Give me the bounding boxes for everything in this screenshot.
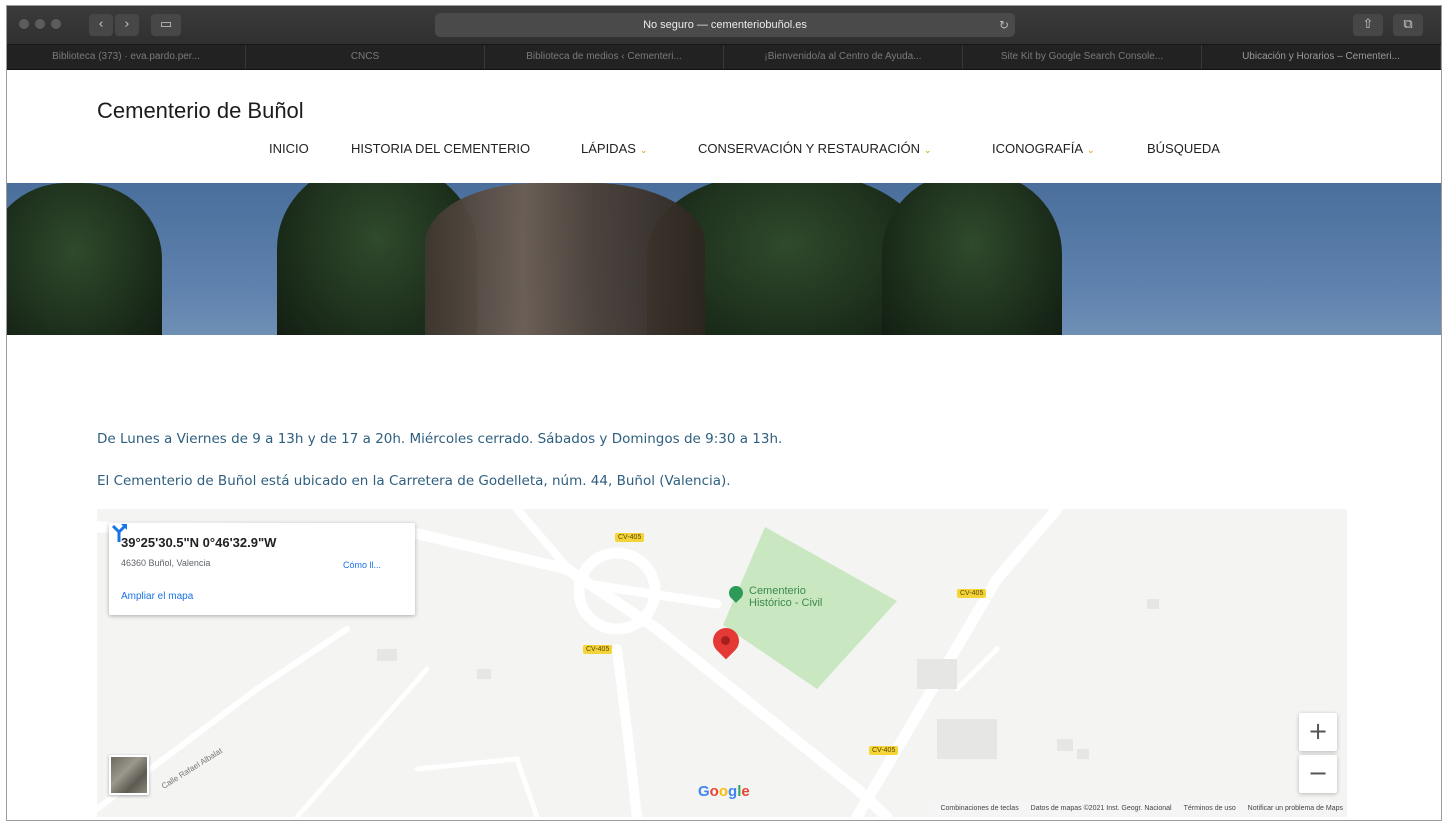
menu-item-conservacion[interactable]: CONSERVACIÓN Y RESTAURACIÓN ⌄ (698, 141, 932, 156)
zoom-in-button[interactable]: + (1299, 713, 1337, 751)
hero-tree (882, 183, 1062, 335)
browser-window: ‹ › ▭ No seguro — cementeriobuñol.es ↻ ⇧… (6, 5, 1442, 821)
location-text: El Cementerio de Buñol está ubicado en l… (97, 473, 731, 489)
share-icon[interactable]: ⇧ (1353, 14, 1383, 36)
close-window-button[interactable] (19, 19, 29, 29)
reload-icon[interactable]: ↻ (999, 13, 1009, 37)
google-logo-letter: G (698, 783, 710, 800)
directions-icon[interactable] (109, 523, 129, 543)
map-info-card: 39°25'30.5"N 0°46'32.9"W 46360 Buñol, Va… (109, 523, 415, 615)
chevron-down-icon: ⌄ (639, 145, 648, 155)
site-header: Cementerio de Buñol INICIO HISTORIA DEL … (7, 70, 1441, 183)
menu-item-label: BÚSQUEDA (1147, 141, 1220, 156)
satellite-view-toggle[interactable] (109, 755, 149, 795)
enlarge-map-link[interactable]: Ampliar el mapa (121, 591, 193, 602)
terms-link[interactable]: Términos de uso (1184, 805, 1236, 812)
menu-item-label: LÁPIDAS (581, 141, 636, 156)
map-attribution: Combinaciones de teclas Datos de mapas ©… (930, 802, 1343, 815)
map-data-credit: Datos de mapas ©2021 Inst. Geogr. Nacion… (1030, 805, 1172, 812)
google-logo: Google (698, 783, 750, 800)
map-address: 46360 Buñol, Valencia (121, 558, 211, 568)
tabs-overview-icon[interactable]: ⧉ (1393, 14, 1423, 36)
minimize-window-button[interactable] (35, 19, 45, 29)
road-label: CV-405 (583, 645, 613, 654)
sidebar-icon[interactable]: ▭ (151, 14, 181, 36)
road-label: CV-405 (869, 746, 899, 755)
tab-bar: Biblioteca (373) · eva.pardo.per... CNCS… (7, 44, 1441, 70)
google-logo-letter: e (741, 783, 750, 800)
tab-biblioteca-medios[interactable]: Biblioteca de medios ‹ Cementeri... (485, 45, 724, 69)
menu-item-historia[interactable]: HISTORIA DEL CEMENTERIO (351, 141, 530, 156)
zoom-out-button[interactable]: − (1299, 755, 1337, 793)
report-problem-link[interactable]: Notificar un problema de Maps (1248, 805, 1343, 812)
menu-item-label: INICIO (269, 141, 309, 156)
google-logo-letter: g (728, 783, 738, 800)
place-label-line: Histórico - Civil (749, 597, 823, 609)
road-label: CV-405 (615, 533, 645, 542)
coordinates: 39°25'30.5"N 0°46'32.9"W (121, 535, 277, 550)
menu-item-label: CONSERVACIÓN Y RESTAURACIÓN (698, 141, 921, 156)
tab-biblioteca[interactable]: Biblioteca (373) · eva.pardo.per... (7, 45, 246, 69)
hero-tree (7, 183, 162, 335)
chevron-down-icon: ⌄ (1087, 145, 1095, 155)
maximize-window-button[interactable] (51, 19, 61, 29)
menu-item-label: ICONOGRAFÍA (992, 141, 1084, 156)
place-label[interactable]: Cementerio Histórico - Civil (749, 585, 822, 609)
hero-image (7, 183, 1441, 335)
address-text: No seguro — cementeriobuñol.es (643, 19, 807, 31)
google-logo-letter: o (718, 783, 729, 800)
menu-item-iconografia[interactable]: ICONOGRAFÍA ⌄ (992, 141, 1095, 156)
road-label: CV-405 (957, 589, 987, 598)
hero-statue (425, 183, 705, 335)
chevron-down-icon: ⌄ (924, 145, 932, 155)
directions-link[interactable]: Cómo ll... (343, 560, 381, 570)
address-bar[interactable]: No seguro — cementeriobuñol.es ↻ (435, 13, 1015, 37)
place-label-line: Cementerio (749, 585, 806, 597)
site-title[interactable]: Cementerio de Buñol (97, 98, 304, 124)
back-icon[interactable]: ‹ (89, 14, 113, 36)
tab-cncs[interactable]: CNCS (246, 45, 485, 69)
google-logo-letter: o (709, 783, 719, 800)
tab-ubicacion[interactable]: Ubicación y Horarios – Cementeri... (1202, 45, 1441, 69)
tab-centro-ayuda[interactable]: ¡Bienvenido/a al Centro de Ayuda... (724, 45, 963, 69)
menu-item-label: HISTORIA DEL CEMENTERIO (351, 141, 531, 156)
browser-toolbar: ‹ › ▭ No seguro — cementeriobuñol.es ↻ ⇧… (7, 6, 1441, 44)
forward-icon[interactable]: › (115, 14, 139, 36)
embedded-map[interactable]: CV-405 CV-405 CV-405 CV-405 Cementerio Hi… (97, 509, 1347, 817)
menu-item-lapidas[interactable]: LÁPIDAS ⌄ (581, 141, 647, 156)
opening-hours: De Lunes a Viernes de 9 a 13h y de 17 a … (97, 431, 783, 447)
marker-dot (721, 636, 730, 645)
main-menu: INICIO HISTORIA DEL CEMENTERIO LÁPIDAS ⌄ … (7, 141, 1441, 161)
menu-item-inicio[interactable]: INICIO (269, 141, 309, 156)
keyboard-shortcuts-link[interactable]: Combinaciones de teclas (940, 805, 1018, 812)
menu-item-busqueda[interactable]: BÚSQUEDA (1147, 141, 1220, 156)
tab-site-kit[interactable]: Site Kit by Google Search Console... (963, 45, 1202, 69)
